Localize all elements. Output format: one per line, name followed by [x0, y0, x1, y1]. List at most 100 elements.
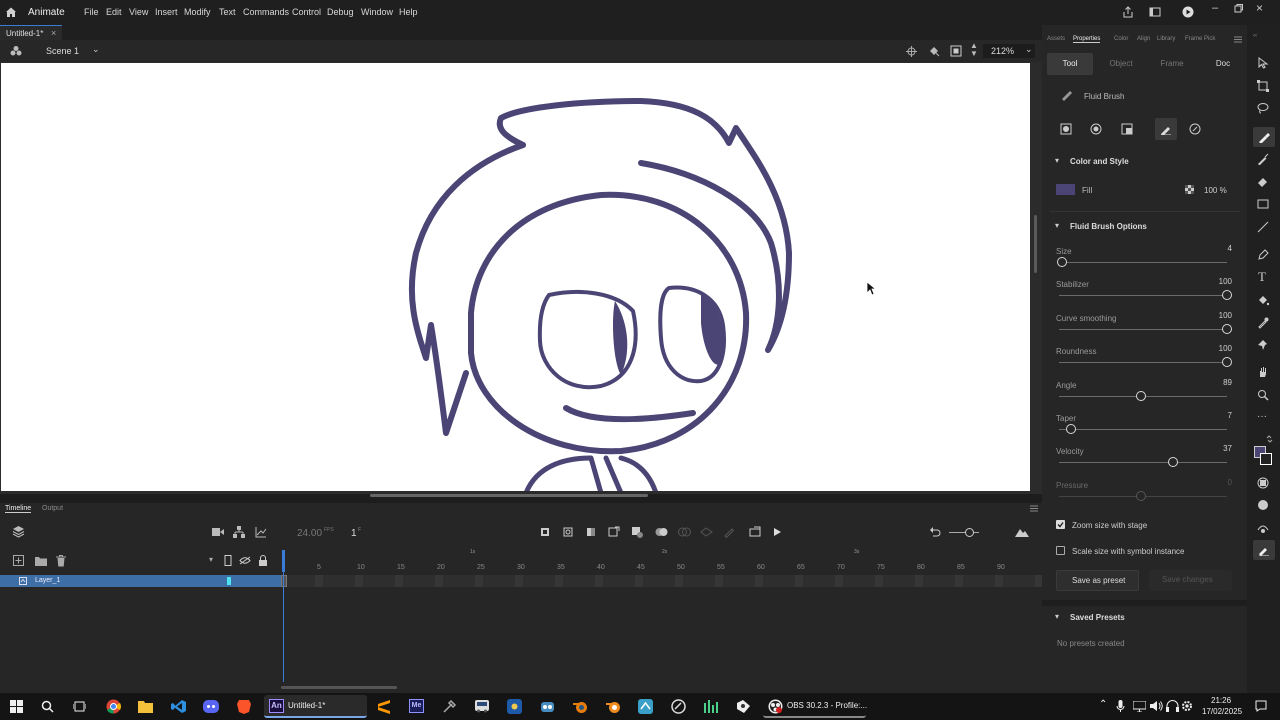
keyframe-marker[interactable]	[281, 575, 287, 587]
clip-studio-icon[interactable]	[671, 699, 686, 714]
clock-date[interactable]: 17/02/2025	[1202, 707, 1242, 716]
slider-value[interactable]: 89	[1202, 378, 1232, 387]
scene-name[interactable]: Scene 1	[46, 46, 79, 56]
line-tool-icon[interactable]	[1257, 221, 1269, 233]
add-folder-icon[interactable]	[35, 556, 47, 566]
more-tools-icon[interactable]: ···	[1257, 411, 1267, 422]
insert-blank-keyframe-icon[interactable]	[563, 527, 573, 537]
fps-value[interactable]: 24.00	[297, 528, 322, 539]
network-icon[interactable]	[1133, 701, 1146, 712]
test-movie-icon[interactable]	[1182, 6, 1194, 18]
prop-tab-object[interactable]: Object	[1098, 53, 1144, 75]
smooth-icon[interactable]	[1257, 522, 1269, 534]
layer-parenting-icon[interactable]	[233, 526, 245, 538]
scale-size-checkbox[interactable]	[1056, 546, 1065, 555]
zoom-stepper-icon[interactable]: ▲ ▼	[970, 42, 978, 58]
slider-track[interactable]	[1059, 328, 1227, 330]
panel-options-icon[interactable]	[1234, 36, 1242, 43]
saved-presets-heading[interactable]: Saved Presets	[1070, 613, 1125, 622]
game-controller-icon[interactable]	[736, 699, 751, 714]
media-encoder-icon[interactable]: Me	[409, 699, 424, 713]
paint-brush-icon[interactable]	[1257, 153, 1269, 165]
sublime-icon[interactable]	[377, 699, 391, 714]
chrome-icon[interactable]	[106, 699, 121, 714]
slider-value[interactable]: 4	[1202, 244, 1232, 253]
doc-tab-close-icon[interactable]: ×	[51, 28, 56, 38]
slider-value[interactable]: 37	[1202, 444, 1232, 453]
timeline-scrollbar[interactable]	[281, 686, 397, 689]
close-icon[interactable]: ×	[1256, 1, 1263, 15]
panel-tab-color[interactable]: Color	[1114, 36, 1128, 42]
layers-icon[interactable]	[12, 525, 25, 538]
notification-icon[interactable]	[1255, 700, 1267, 712]
headset-icon[interactable]	[1166, 700, 1179, 712]
slider-track[interactable]	[1059, 362, 1227, 364]
frame-value[interactable]: 1	[351, 528, 357, 539]
color-style-chevron-icon[interactable]: ▾	[1055, 156, 1059, 165]
play-icon[interactable]	[773, 527, 782, 537]
frame-ruler[interactable]: 1s 2s 3s 5 10 15 20 25 30 35 40 45 50 55 60 65 70 75 80 85…	[283, 547, 1042, 573]
slider-track[interactable]	[1059, 429, 1227, 430]
slider-knob[interactable]	[1057, 257, 1068, 267]
brave-icon[interactable]	[237, 699, 251, 714]
timeline-zoom-slider[interactable]	[949, 532, 979, 533]
rectangle-tool-icon[interactable]	[1257, 198, 1269, 210]
clock-time[interactable]: 21:26	[1211, 696, 1231, 705]
timeline-zoom-knob[interactable]	[965, 528, 974, 537]
layer-row[interactable]: Layer_1	[0, 575, 282, 587]
steam-like-icon[interactable]	[507, 699, 522, 714]
layer-menu-chevron-icon[interactable]: ▾	[209, 555, 213, 564]
add-layer-icon[interactable]	[13, 555, 24, 566]
panel-tab-align[interactable]: Align	[1137, 36, 1150, 42]
brush-mode-behind-icon[interactable]	[1121, 123, 1133, 135]
slider-value[interactable]: 0	[1202, 478, 1232, 487]
task-view-icon[interactable]	[73, 700, 86, 713]
menu-view[interactable]: View	[129, 7, 148, 17]
file-explorer-icon[interactable]	[138, 700, 153, 713]
mountain-icon[interactable]	[1015, 526, 1029, 538]
blender-icon[interactable]	[573, 699, 588, 714]
menu-help[interactable]: Help	[399, 7, 418, 17]
taskbar-animate-item[interactable]: An Untitled-1*	[264, 695, 367, 718]
menu-debug[interactable]: Debug	[327, 7, 354, 17]
pin-tool-icon[interactable]	[1257, 339, 1269, 351]
timeline-tab[interactable]: Timeline	[5, 505, 32, 513]
zoom-field[interactable]: 212% ⌄	[983, 44, 1035, 58]
pen-tool-icon[interactable]	[1257, 249, 1269, 261]
fluid-brush-tool-selected[interactable]	[1253, 127, 1275, 147]
visibility-icon[interactable]	[239, 556, 251, 565]
object-drawing-icon[interactable]	[1257, 477, 1269, 489]
menu-window[interactable]: Window	[361, 7, 393, 17]
vscode-icon[interactable]	[171, 699, 186, 714]
prop-tab-tool[interactable]: Tool	[1047, 53, 1093, 75]
bus-app-icon[interactable]	[474, 698, 490, 714]
graph-icon[interactable]	[255, 526, 267, 538]
settings-gear-icon[interactable]	[1181, 700, 1193, 712]
search-icon[interactable]	[41, 700, 54, 713]
godot-icon[interactable]	[540, 699, 555, 714]
edit-symbols-icon[interactable]	[10, 45, 22, 57]
menu-commands[interactable]: Commands	[243, 7, 289, 17]
panel-tab-library[interactable]: Library	[1157, 36, 1175, 42]
center-stage-icon[interactable]	[906, 46, 917, 57]
slider-knob[interactable]	[1222, 357, 1232, 368]
slider-knob[interactable]	[1065, 424, 1076, 434]
zoom-chevron-icon[interactable]: ⌄	[1025, 44, 1033, 55]
slider-value[interactable]: 100	[1202, 344, 1232, 353]
layer-name[interactable]: Layer_1	[35, 577, 60, 584]
menu-insert[interactable]: Insert	[155, 7, 178, 17]
swap-colors-icon[interactable]	[1266, 435, 1274, 443]
paint-bucket-icon[interactable]	[1257, 294, 1269, 306]
slider-knob[interactable]	[1136, 490, 1147, 501]
slider-track[interactable]	[1059, 295, 1227, 297]
slider-knob[interactable]	[1136, 390, 1147, 401]
share-icon[interactable]	[1122, 6, 1134, 18]
slider-knob[interactable]	[1222, 290, 1232, 301]
brush-options-chevron-icon[interactable]: ▾	[1055, 221, 1059, 230]
minimize-icon[interactable]: –	[1212, 2, 1218, 14]
tool-app-icon[interactable]	[442, 699, 457, 714]
slider-knob[interactable]	[1222, 323, 1232, 334]
brush-mode-inside-icon[interactable]	[1160, 123, 1172, 135]
camera-icon[interactable]	[212, 527, 224, 537]
maximize-icon[interactable]	[1234, 4, 1243, 13]
